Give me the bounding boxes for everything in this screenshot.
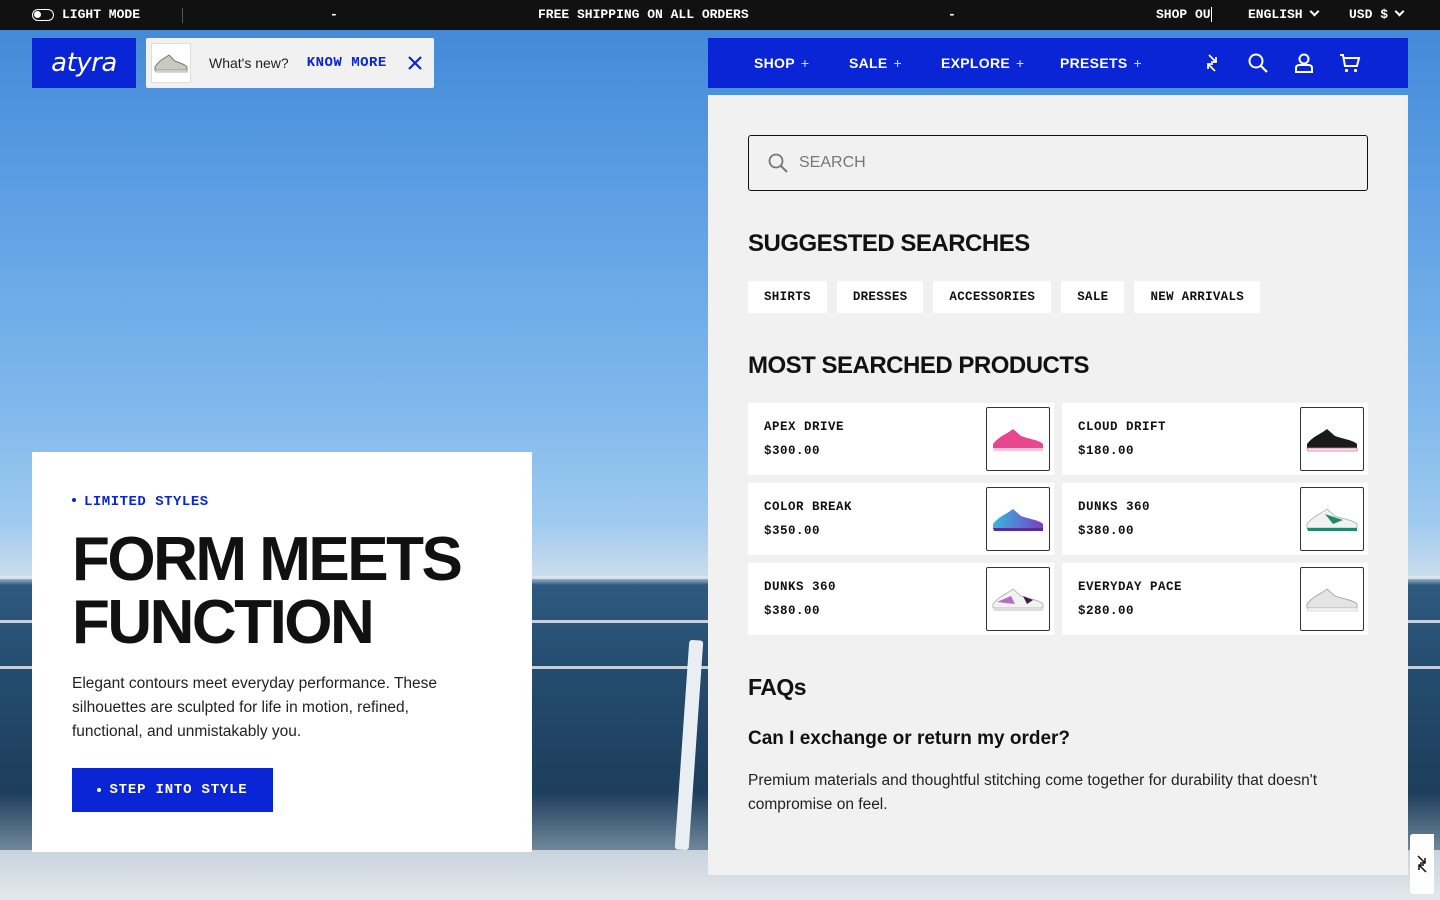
chevron-down-icon bbox=[1394, 6, 1405, 17]
shoe-icon bbox=[1306, 588, 1358, 612]
hero-title-line: FORM MEETS bbox=[72, 525, 463, 594]
hero-title: FORM MEETS FUNCTION bbox=[72, 528, 512, 654]
product-image bbox=[1300, 407, 1364, 471]
suggested-searches-list: SHIRTS DRESSES ACCESSORIES SALE NEW ARRI… bbox=[748, 281, 1261, 313]
product-grid: APEX DRIVE $300.00 CLOUD DRIFT $180.00 C… bbox=[748, 403, 1368, 635]
plus-icon: + bbox=[1016, 55, 1025, 71]
marquee-text: SHOP OU bbox=[1156, 7, 1212, 22]
cta-label: STEP INTO STYLE bbox=[109, 782, 248, 798]
shoe-icon bbox=[154, 54, 188, 73]
suggestion-chip[interactable]: SALE bbox=[1061, 281, 1125, 313]
language-selector[interactable]: ENGLISH bbox=[1248, 6, 1320, 22]
shoe-icon bbox=[992, 588, 1044, 611]
collapse-arrows-icon bbox=[1417, 855, 1427, 873]
product-price: $300.00 bbox=[764, 444, 821, 458]
suggestion-chip[interactable]: DRESSES bbox=[836, 281, 924, 313]
product-price: $350.00 bbox=[764, 524, 821, 538]
product-card[interactable]: DUNKS 360 $380.00 bbox=[1062, 483, 1368, 555]
shoe-thumbnail bbox=[151, 43, 191, 83]
language-label: ENGLISH bbox=[1248, 7, 1303, 22]
nav-label: PRESETS bbox=[1060, 55, 1128, 71]
product-card[interactable]: CLOUD DRIFT $180.00 bbox=[1062, 403, 1368, 475]
whats-new-label: What's new? bbox=[209, 55, 289, 71]
suggested-searches-heading: SUGGESTED SEARCHES bbox=[748, 230, 1030, 257]
nav-label: SALE bbox=[849, 55, 888, 71]
marquee-dash: - bbox=[948, 7, 956, 22]
railing-post bbox=[674, 639, 704, 851]
divider bbox=[182, 8, 183, 23]
hero-card: LIMITED STYLES FORM MEETS FUNCTION Elega… bbox=[32, 452, 532, 852]
product-price: $280.00 bbox=[1078, 604, 1135, 618]
plus-icon: + bbox=[1133, 55, 1142, 71]
whats-new-banner: What's new? KNOW MORE bbox=[146, 38, 434, 88]
search-panel: SUGGESTED SEARCHES SHIRTS DRESSES ACCESS… bbox=[708, 95, 1408, 875]
product-name: DUNKS 360 bbox=[764, 580, 837, 594]
most-searched-heading: MOST SEARCHED PRODUCTS bbox=[748, 352, 1090, 379]
product-price: $380.00 bbox=[764, 604, 821, 618]
product-name: COLOR BREAK bbox=[764, 500, 853, 514]
chevron-down-icon bbox=[1309, 6, 1320, 17]
product-image bbox=[986, 567, 1050, 631]
product-name: EVERYDAY PACE bbox=[1078, 580, 1183, 594]
product-image bbox=[1300, 487, 1364, 551]
close-icon[interactable] bbox=[406, 54, 424, 72]
faq-answer: Premium materials and thoughtful stitchi… bbox=[748, 772, 1318, 813]
know-more-link[interactable]: KNOW MORE bbox=[307, 55, 387, 71]
product-name: DUNKS 360 bbox=[1078, 500, 1151, 514]
step-into-style-button[interactable]: STEP INTO STYLE bbox=[72, 768, 273, 812]
theme-mode-label[interactable]: LIGHT MODE bbox=[62, 7, 140, 22]
announcement-text: FREE SHIPPING ON ALL ORDERS bbox=[538, 7, 749, 22]
shoe-icon bbox=[1306, 429, 1358, 452]
plus-icon: + bbox=[893, 55, 903, 71]
product-name: APEX DRIVE bbox=[764, 420, 845, 434]
account-icon[interactable] bbox=[1292, 51, 1316, 75]
nav-label: EXPLORE bbox=[941, 55, 1011, 71]
currency-selector[interactable]: USD $ bbox=[1349, 6, 1405, 22]
search-input[interactable] bbox=[799, 154, 1339, 172]
hero-description: Elegant contours meet everyday performan… bbox=[72, 675, 438, 740]
suggestion-chip[interactable]: SHIRTS bbox=[748, 281, 827, 313]
product-price: $380.00 bbox=[1078, 524, 1135, 538]
faq-question[interactable]: Can I exchange or return my order? bbox=[748, 728, 1070, 750]
shoe-icon bbox=[1306, 508, 1358, 531]
product-name: CLOUD DRIFT bbox=[1078, 420, 1167, 434]
plus-icon: + bbox=[800, 55, 810, 71]
theme-toggle[interactable] bbox=[32, 9, 54, 21]
search-icon bbox=[768, 153, 788, 173]
currency-label: USD $ bbox=[1349, 7, 1389, 22]
product-image bbox=[1300, 567, 1364, 631]
product-image bbox=[986, 407, 1050, 471]
announcement-bar: LIGHT MODE - FREE SHIPPING ON ALL ORDERS… bbox=[0, 0, 1440, 30]
shoe-icon bbox=[993, 429, 1043, 451]
product-card[interactable]: EVERYDAY PACE $280.00 bbox=[1062, 563, 1368, 635]
collapse-arrows-icon[interactable] bbox=[1200, 51, 1224, 75]
hero-title-line: FUNCTION bbox=[72, 588, 375, 657]
nav-item-explore[interactable]: EXPLORE + bbox=[941, 55, 1025, 71]
brand-logo[interactable]: atyra bbox=[32, 38, 136, 88]
main-navigation: SHOP + SALE + EXPLORE + PRESETS + bbox=[708, 38, 1408, 88]
search-icon[interactable] bbox=[1246, 51, 1270, 75]
hero-eyebrow: LIMITED STYLES bbox=[72, 494, 209, 510]
product-image bbox=[986, 487, 1050, 551]
cart-icon[interactable] bbox=[1338, 51, 1362, 75]
faqs-heading: FAQs bbox=[748, 674, 807, 700]
product-card[interactable]: APEX DRIVE $300.00 bbox=[748, 403, 1054, 475]
search-box[interactable] bbox=[748, 135, 1368, 191]
nav-item-sale[interactable]: SALE + bbox=[849, 55, 902, 71]
floating-collapse-button[interactable] bbox=[1410, 834, 1434, 894]
suggestion-chip[interactable]: NEW ARRIVALS bbox=[1134, 281, 1261, 313]
product-card[interactable]: COLOR BREAK $350.00 bbox=[748, 483, 1054, 555]
nav-label: SHOP bbox=[754, 55, 795, 71]
shoe-icon bbox=[993, 509, 1043, 531]
nav-item-presets[interactable]: PRESETS + bbox=[1060, 55, 1142, 71]
marquee-dash: - bbox=[330, 7, 338, 22]
product-card[interactable]: DUNKS 360 $380.00 bbox=[748, 563, 1054, 635]
logo-text: atyra bbox=[51, 48, 117, 78]
nav-item-shop[interactable]: SHOP + bbox=[754, 55, 809, 71]
product-price: $180.00 bbox=[1078, 444, 1135, 458]
suggestion-chip[interactable]: ACCESSORIES bbox=[933, 281, 1052, 313]
